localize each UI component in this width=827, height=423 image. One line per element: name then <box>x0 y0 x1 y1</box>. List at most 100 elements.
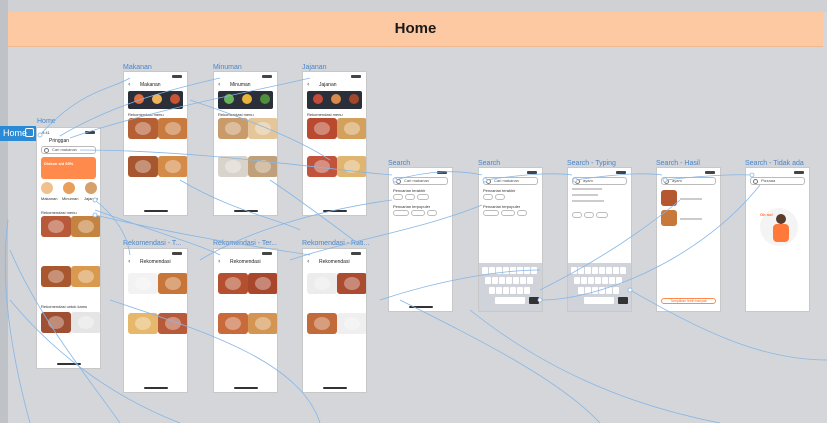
key[interactable] <box>517 287 523 294</box>
drink-card[interactable] <box>218 118 248 152</box>
category-jajanan-icon[interactable] <box>85 182 97 194</box>
keyboard[interactable] <box>568 263 631 311</box>
search-typing-screen[interactable]: ayam <box>567 167 632 312</box>
food-card[interactable] <box>128 118 158 152</box>
recent-chip[interactable] <box>405 194 415 200</box>
key[interactable] <box>599 267 605 274</box>
snack-card[interactable] <box>337 118 366 152</box>
rekomendasi-screen-1[interactable]: ‹ Rekomendasi <box>123 248 188 393</box>
food-card[interactable] <box>307 273 337 307</box>
show-more-button[interactable]: Tampilkan lebih banyak <box>661 298 716 304</box>
frame-label-minuman[interactable]: Minuman <box>213 64 242 71</box>
food-card[interactable] <box>218 273 248 307</box>
promo-banner[interactable] <box>128 91 183 109</box>
key[interactable] <box>599 287 605 294</box>
category-minuman-icon[interactable] <box>63 182 75 194</box>
search-input[interactable]: ayam <box>572 177 627 185</box>
key[interactable] <box>524 287 530 294</box>
search-screen-1[interactable]: Cari makanan Pencarian terakhir Pencaria… <box>388 167 453 312</box>
frame-label-search-1[interactable]: Search <box>388 160 410 167</box>
frame-label-rekomendasi-2[interactable]: Rekomendasi - Ter... <box>213 240 277 247</box>
frame-label-search-tidak-ada[interactable]: Search - Tidak ada <box>745 160 804 167</box>
snack-card[interactable] <box>307 156 337 190</box>
recent-chip[interactable] <box>495 194 505 200</box>
popular-chip[interactable] <box>427 210 437 216</box>
popular-chip[interactable] <box>501 210 515 216</box>
key[interactable] <box>606 287 612 294</box>
minuman-screen[interactable]: ‹ Minuman Rekomendasi menu <box>213 71 278 216</box>
return-key[interactable] <box>529 297 539 304</box>
keyboard[interactable] <box>479 263 542 311</box>
popular-chip[interactable] <box>596 212 608 218</box>
key[interactable] <box>503 267 509 274</box>
key[interactable] <box>613 267 619 274</box>
food-card[interactable] <box>41 216 71 250</box>
space-key[interactable] <box>584 297 614 304</box>
key[interactable] <box>574 277 580 284</box>
frame-label-home[interactable]: Home <box>37 118 56 125</box>
frame-label-rekomendasi-3[interactable]: Rekomendasi - Rati... <box>302 240 369 247</box>
key[interactable] <box>482 267 488 274</box>
snack-card[interactable] <box>307 118 337 152</box>
key[interactable] <box>616 277 622 284</box>
category-makanan-icon[interactable] <box>41 182 53 194</box>
key[interactable] <box>510 267 516 274</box>
key[interactable] <box>571 267 577 274</box>
food-card[interactable] <box>248 313 277 347</box>
key[interactable] <box>595 277 601 284</box>
key[interactable] <box>510 287 516 294</box>
search-input[interactable]: ayam <box>661 177 716 185</box>
food-card[interactable] <box>71 216 100 250</box>
key[interactable] <box>492 277 498 284</box>
food-card[interactable] <box>128 273 158 307</box>
key[interactable] <box>489 267 495 274</box>
key[interactable] <box>517 267 523 274</box>
frame-label-rekomendasi-1[interactable]: Rekomendasi - T... <box>123 240 181 247</box>
home-screen[interactable]: 9:41 Pringgan Cari makanan Diskon s/d 60… <box>36 127 101 369</box>
key[interactable] <box>606 267 612 274</box>
key[interactable] <box>585 287 591 294</box>
search-input[interactable]: Cari makanan <box>483 177 538 185</box>
food-card[interactable] <box>218 313 248 347</box>
key[interactable] <box>496 267 502 274</box>
search-tidak-ada-screen[interactable]: Pizzaaa Oh no! <box>745 167 810 312</box>
key[interactable] <box>496 287 502 294</box>
back-arrow-icon[interactable]: ‹ <box>218 258 220 265</box>
popular-chip[interactable] <box>584 212 594 218</box>
key[interactable] <box>485 277 491 284</box>
key[interactable] <box>503 287 509 294</box>
suggestion-line[interactable] <box>572 188 602 190</box>
food-card[interactable] <box>128 313 158 347</box>
frame-label-search-hasil[interactable]: Search - Hasil <box>656 160 700 167</box>
location-bar[interactable]: Pringgan <box>41 137 96 145</box>
key[interactable] <box>499 277 505 284</box>
key[interactable] <box>578 267 584 274</box>
drink-card[interactable] <box>248 118 277 152</box>
key[interactable] <box>531 267 537 274</box>
key[interactable] <box>613 287 619 294</box>
search-input[interactable]: Pizzaaa <box>750 177 805 185</box>
key[interactable] <box>592 267 598 274</box>
back-arrow-icon[interactable]: ‹ <box>128 81 130 88</box>
result-row[interactable] <box>661 210 716 228</box>
key[interactable] <box>592 287 598 294</box>
search-hasil-screen[interactable]: ayam Tampilkan lebih banyak <box>656 167 721 312</box>
frame-label-search-typing[interactable]: Search - Typing <box>567 160 616 167</box>
suggestion-line[interactable] <box>572 200 604 202</box>
key[interactable] <box>609 277 615 284</box>
food-card[interactable] <box>337 313 366 347</box>
suggestion-line[interactable] <box>572 194 598 196</box>
popular-chip[interactable] <box>393 210 409 216</box>
recent-chip[interactable] <box>483 194 493 200</box>
key[interactable] <box>524 267 530 274</box>
key[interactable] <box>602 277 608 284</box>
key[interactable] <box>489 287 495 294</box>
space-key[interactable] <box>495 297 525 304</box>
drink-card[interactable] <box>218 156 248 190</box>
back-arrow-icon[interactable]: ‹ <box>307 81 309 88</box>
return-key[interactable] <box>618 297 628 304</box>
key[interactable] <box>578 287 584 294</box>
recent-chip[interactable] <box>417 194 429 200</box>
key[interactable] <box>513 277 519 284</box>
jajanan-screen[interactable]: ‹ Jajanan Rekomendasi menu <box>302 71 367 216</box>
